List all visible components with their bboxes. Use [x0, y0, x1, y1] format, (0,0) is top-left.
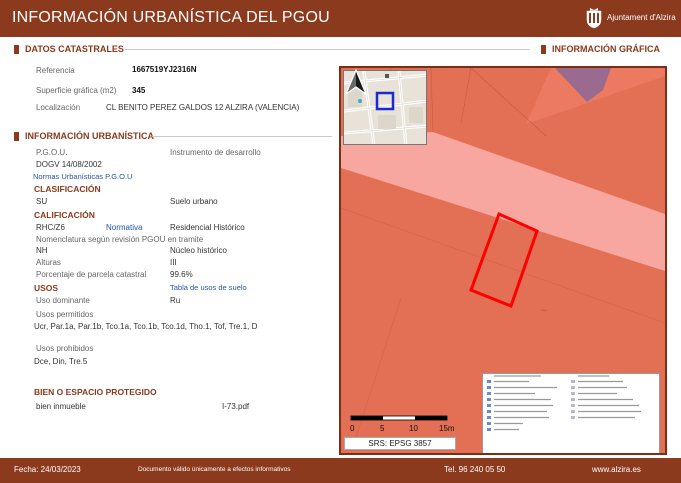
srs-label: SRS: EPSG 3857 — [344, 437, 456, 450]
inset-block — [409, 107, 423, 123]
scale-bar: 0 5 10 15m — [347, 413, 459, 437]
clasificacion-code: SU — [36, 197, 48, 206]
alturas-value: III — [170, 258, 177, 267]
usos-permitidos-value: Ucr, Par.1a, Par.1b, Tco.1a, Tco.1b, Tco… — [34, 322, 258, 331]
calificacion-code: RHC/Z6 — [36, 223, 65, 232]
section-bullet — [541, 44, 546, 54]
scale-tick-0: 0 — [350, 424, 355, 433]
nh-code: NH — [36, 246, 48, 255]
usos-prohibidos-value: Dce, Din, Tre.5 — [34, 357, 88, 366]
uso-dominante-label: Uso dominante — [36, 296, 90, 305]
superficie-label: Superficie gráfica (m2) — [36, 86, 117, 95]
inset-landmark-icon — [385, 74, 389, 78]
localizacion-value: CL BENITO PEREZ GALDOS 12 ALZIRA (VALENC… — [106, 103, 300, 112]
divider — [152, 136, 332, 137]
footer-phone: Tel. 96 240 05 50 — [444, 465, 506, 474]
protegido-heading: BIEN O ESPACIO PROTEGIDO — [34, 387, 157, 397]
coat-of-arms-icon — [586, 8, 602, 29]
referencia-value: 1667519YJ2316N — [132, 65, 197, 74]
porcentaje-value: 99.6% — [170, 270, 193, 279]
nomenclatura-note: Nomenclatura según revisión PGOU en tram… — [36, 235, 204, 244]
bien-label: bien inmueble — [36, 402, 86, 411]
footer-website-link[interactable]: www.alzira.es — [592, 465, 641, 474]
usos-permitidos-label: Usos permitidos — [36, 310, 94, 319]
referencia-label: Referencia — [36, 66, 75, 75]
normativa-link[interactable]: Normativa — [106, 223, 142, 232]
uso-dominante-value: Ru — [170, 296, 181, 305]
footer-bar: Fecha: 24/03/2023 Documento válido única… — [0, 458, 681, 483]
alturas-label: Alturas — [36, 258, 61, 267]
header-bar: INFORMACIÓN URBANÍSTICA DEL PGOU Ajuntam… — [0, 0, 681, 37]
footer-date: Fecha: 24/03/2023 — [14, 465, 81, 474]
normas-link[interactable]: Normas Urbanísticas P.G.O.U — [33, 172, 132, 181]
scale-tick-5: 5 — [380, 424, 385, 433]
section-title: INFORMACIÓN URBANÍSTICA — [25, 131, 154, 141]
map-legend — [482, 373, 660, 453]
superficie-value: 345 — [132, 86, 146, 95]
section-bullet — [14, 131, 19, 141]
section-informacion-grafica: INFORMACIÓN GRÁFICA — [541, 44, 660, 54]
page-title: INFORMACIÓN URBANÍSTICA DEL PGOU — [12, 9, 330, 26]
localizacion-label: Localización — [36, 103, 81, 112]
logo-text: Ajuntament d'Alzira — [607, 13, 676, 22]
section-informacion-urbanistica: INFORMACIÓN URBANÍSTICA — [14, 131, 154, 141]
section-bullet — [14, 44, 19, 54]
usos-prohibidos-label: Usos prohibidos — [36, 344, 94, 353]
scale-tick-15: 15m — [439, 424, 455, 433]
usos-heading: USOS — [34, 283, 59, 293]
instrumento-label: Instrumento de desarrollo — [170, 148, 261, 157]
pgou-label: P.G.O.U. — [36, 148, 68, 157]
page: INFORMACIÓN URBANÍSTICA DEL PGOU Ajuntam… — [0, 0, 681, 483]
divider — [125, 49, 530, 50]
section-datos-catastrales: DATOS CATASTRALES — [14, 44, 124, 54]
bien-file-link[interactable]: I-73.pdf — [222, 402, 249, 411]
north-arrow-icon — [344, 68, 368, 96]
nh-value: Núcleo histórico — [170, 246, 227, 255]
inset-poi-icon — [358, 99, 362, 103]
inset-block — [378, 115, 396, 129]
ajuntament-logo[interactable]: Ajuntament d'Alzira — [585, 7, 676, 31]
legend-swatches — [487, 375, 641, 431]
map-viewport[interactable]: –·– 0 5 10 15m SRS: EPSG 3857 — [339, 66, 667, 455]
calificacion-heading: CALIFICACIÓN — [34, 210, 95, 220]
calificacion-value: Residencial Histórico — [170, 223, 245, 232]
section-title: INFORMACIÓN GRÁFICA — [552, 44, 660, 54]
footer-disclaimer: Documento válido únicamente a efectos in… — [138, 466, 291, 473]
clasificacion-heading: CLASIFICACIÓN — [34, 184, 101, 194]
porcentaje-label: Porcentaje de parcela catastral — [36, 270, 147, 279]
dogv-value: DOGV 14/08/2002 — [36, 160, 102, 169]
parcel-code-mark: –·– — [541, 307, 548, 312]
section-title: DATOS CATASTRALES — [25, 44, 124, 54]
clasificacion-value: Suelo urbano — [170, 197, 218, 206]
tabla-usos-link[interactable]: Tabla de usos de suelo — [170, 283, 247, 292]
scale-tick-10: 10 — [409, 424, 418, 433]
